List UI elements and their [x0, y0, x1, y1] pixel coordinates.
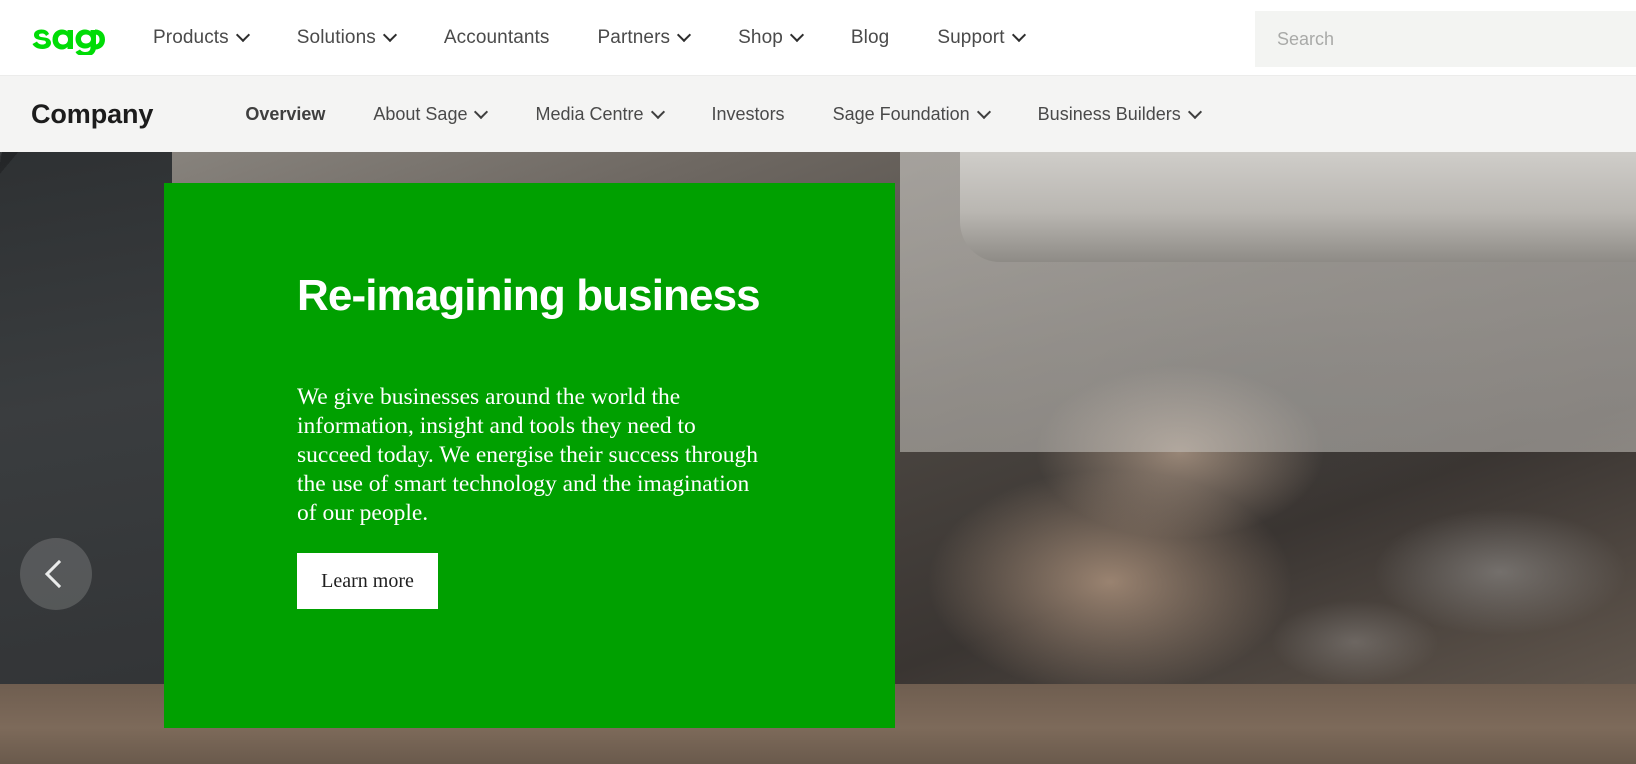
- nav-item-accountants[interactable]: Accountants: [444, 27, 550, 49]
- subnav-item-label: Overview: [245, 103, 326, 124]
- chevron-down-icon: [792, 30, 803, 41]
- nav-item-label: Support: [937, 26, 1005, 48]
- subnav-item-media-centre[interactable]: Media Centre: [535, 104, 663, 125]
- nav-item-blog[interactable]: Blog: [851, 27, 889, 49]
- subnav-item-label: Business Builders: [1037, 103, 1181, 124]
- subnav-item-label: About Sage: [373, 103, 468, 124]
- nav-item-label: Partners: [597, 26, 671, 48]
- nav-item-solutions[interactable]: Solutions: [297, 27, 396, 49]
- secondary-navigation-bar: Company Overview About Sage Media Centre…: [0, 75, 1636, 152]
- nav-item-label: Accountants: [443, 26, 550, 48]
- nav-item-products[interactable]: Products: [153, 27, 249, 49]
- subnav-item-label: Investors: [711, 103, 785, 124]
- subnav-item-about-sage[interactable]: About Sage: [373, 104, 487, 125]
- chevron-down-icon: [679, 30, 690, 41]
- page-title: Company: [31, 98, 154, 129]
- chevron-down-icon: [653, 107, 664, 118]
- search-input[interactable]: [1255, 11, 1636, 67]
- subnav-item-overview[interactable]: Overview: [245, 104, 325, 125]
- subnav-item-label: Sage Foundation: [832, 103, 970, 124]
- subnav-item-investors[interactable]: Investors: [712, 104, 785, 125]
- primary-navigation-bar: Products Solutions Accountants Partners …: [0, 0, 1636, 75]
- nav-item-label: Solutions: [296, 26, 376, 48]
- hero-carousel: Re-imagining business We give businesses…: [0, 152, 1636, 764]
- hero-background-espresso-machine: [960, 152, 1636, 262]
- hero-background-cloth: [0, 152, 172, 712]
- chevron-down-icon: [385, 30, 396, 41]
- secondary-nav-items: Overview About Sage Media Centre Investo…: [245, 104, 1248, 125]
- chevron-down-icon: [238, 30, 249, 41]
- chevron-down-icon: [979, 107, 990, 118]
- subnav-item-business-builders[interactable]: Business Builders: [1038, 104, 1201, 125]
- chevron-left-icon: [44, 559, 74, 589]
- nav-item-label: Shop: [738, 26, 783, 48]
- nav-item-label: Blog: [850, 26, 890, 48]
- nav-item-shop[interactable]: Shop: [738, 27, 803, 49]
- nav-item-label: Products: [153, 26, 229, 48]
- hero-heading: Re-imagining business: [297, 271, 761, 320]
- chevron-down-icon: [1190, 107, 1201, 118]
- primary-nav-items: Products Solutions Accountants Partners …: [153, 27, 1073, 49]
- hero-content-panel: Re-imagining business We give businesses…: [164, 183, 895, 728]
- hero-description: We give businesses around the world the …: [297, 384, 758, 526]
- nav-item-support[interactable]: Support: [937, 27, 1024, 49]
- sage-logo-icon: [32, 29, 105, 55]
- chevron-down-icon: [1014, 30, 1025, 41]
- subnav-item-label: Media Centre: [535, 103, 644, 124]
- learn-more-button[interactable]: Learn more: [297, 553, 438, 609]
- nav-item-partners[interactable]: Partners: [598, 27, 691, 49]
- carousel-previous-button[interactable]: [20, 538, 92, 610]
- subnav-item-sage-foundation[interactable]: Sage Foundation: [833, 104, 990, 125]
- sage-logo[interactable]: [30, 21, 105, 55]
- chevron-down-icon: [476, 107, 487, 118]
